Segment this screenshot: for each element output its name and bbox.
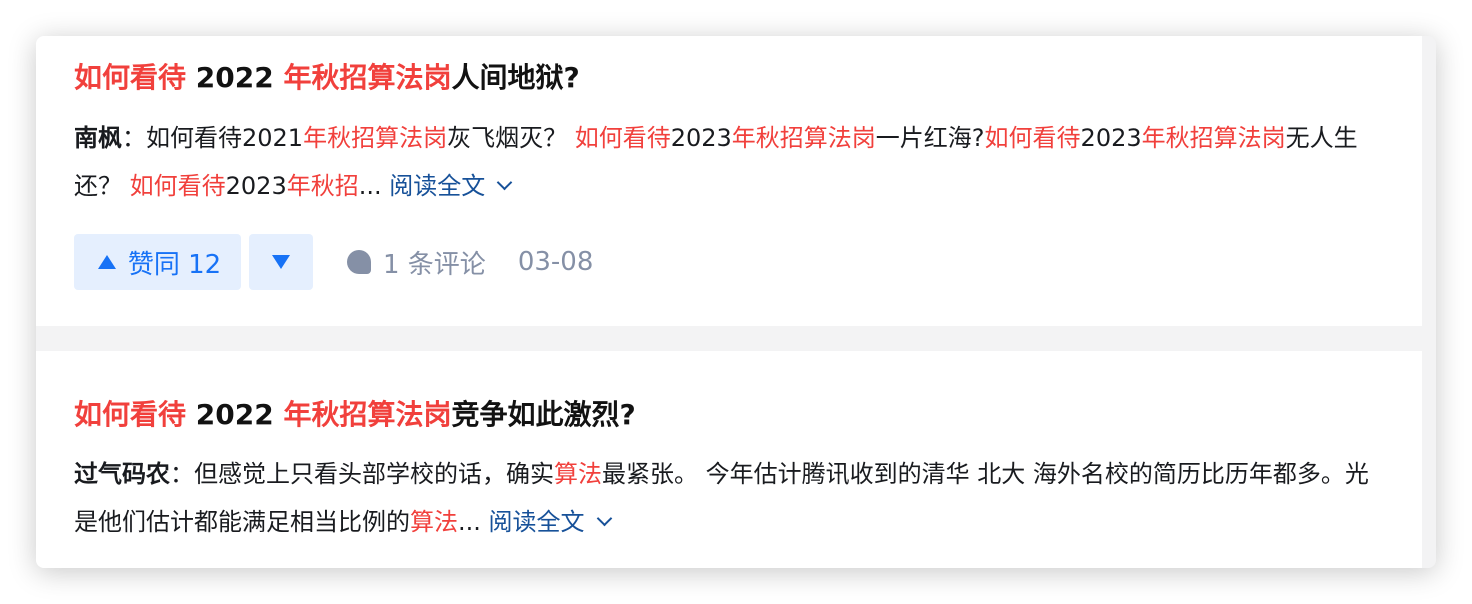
keyword-highlight: 如何看待 <box>74 61 187 94</box>
keyword-highlight: 年秋招算法岗 <box>283 398 452 431</box>
author-separator: ： <box>170 460 194 488</box>
vote-up-button[interactable]: 赞同 12 <box>74 234 241 290</box>
text-segment: 2023 <box>1080 124 1142 152</box>
keyword-highlight: 如何看待 <box>74 398 187 431</box>
text-segment: 如何看待2021 <box>146 124 304 152</box>
excerpt-text: 但感觉上只看头部学校的话，确实算法最紧张。 今年估计腾讯收到的清华 北大 海外名… <box>74 460 1369 536</box>
text-segment: 2023 <box>225 172 287 200</box>
result-excerpt-1[interactable]: 南枫：如何看待2021年秋招算法岗灰飞烟灭？ 如何看待2023年秋招算法岗一片红… <box>74 114 1386 210</box>
keyword-highlight: 如何看待 <box>984 124 1081 152</box>
keyword-highlight: 如何看待 <box>129 172 226 200</box>
text-segment: 2022 <box>186 398 284 431</box>
text-segment: 一片红海? <box>875 124 985 152</box>
comment-bubble-icon <box>347 250 371 274</box>
text-segment: ... <box>458 508 481 536</box>
text-segment: 2022 <box>186 61 284 94</box>
text-segment: 灰飞烟灭？ <box>447 124 575 152</box>
vote-count-label: 赞同 12 <box>127 249 222 280</box>
result-card-2: 如何看待 2022 年秋招算法岗竞争如此激烈? 过气码农：但感觉上只看头部学校的… <box>36 351 1422 568</box>
action-bar: 赞同 12 1 条评论 03-08 <box>74 234 593 290</box>
comment-count-label: 1 条评论 <box>383 249 486 280</box>
result-title-1[interactable]: 如何看待 2022 年秋招算法岗人间地狱? <box>74 58 580 98</box>
keyword-highlight: 算法 <box>410 508 458 536</box>
result-excerpt-2[interactable]: 过气码农：但感觉上只看头部学校的话，确实算法最紧张。 今年估计腾讯收到的清华 北… <box>74 450 1386 546</box>
read-more-label: 阅读全文 <box>381 172 486 200</box>
read-more-link[interactable]: 阅读全文 <box>480 508 612 536</box>
read-more-link[interactable]: 阅读全文 <box>381 172 513 200</box>
triangle-down-icon <box>272 255 290 269</box>
keyword-highlight: 年秋招算法岗 <box>303 124 448 152</box>
author-separator: ： <box>122 124 146 152</box>
post-date: 03-08 <box>517 247 594 277</box>
author-name[interactable]: 南枫 <box>74 124 122 152</box>
result-card-1: 如何看待 2022 年秋招算法岗人间地狱? 南枫：如何看待2021年秋招算法岗灰… <box>36 36 1422 326</box>
vote-down-button[interactable] <box>249 234 313 290</box>
keyword-highlight: 年秋招算法岗 <box>283 61 452 94</box>
text-segment: 但感觉上只看头部学校的话，确实 <box>194 460 554 488</box>
text-segment: 人间地狱? <box>451 61 580 94</box>
keyword-highlight: 年秋招算法岗 <box>731 124 876 152</box>
text-segment: ... <box>358 172 382 200</box>
search-results-panel: 如何看待 2022 年秋招算法岗人间地狱? 南枫：如何看待2021年秋招算法岗灰… <box>36 36 1436 568</box>
chevron-down-icon <box>496 174 513 191</box>
keyword-highlight: 年秋招 <box>286 172 359 200</box>
chevron-down-icon <box>596 510 612 527</box>
text-segment: 2023 <box>670 124 732 152</box>
keyword-highlight: 如何看待 <box>574 124 671 152</box>
triangle-up-icon <box>97 255 116 269</box>
keyword-highlight: 算法 <box>554 460 602 488</box>
excerpt-text: 如何看待2021年秋招算法岗灰飞烟灭？ 如何看待2023年秋招算法岗一片红海?如… <box>74 124 1358 200</box>
comment-button[interactable]: 1 条评论 <box>347 244 486 281</box>
result-title-2[interactable]: 如何看待 2022 年秋招算法岗竞争如此激烈? <box>74 395 636 435</box>
author-name[interactable]: 过气码农 <box>74 460 170 488</box>
read-more-label: 阅读全文 <box>480 508 585 536</box>
keyword-highlight: 年秋招算法岗 <box>1141 124 1286 152</box>
text-segment: 竞争如此激烈? <box>451 398 636 431</box>
